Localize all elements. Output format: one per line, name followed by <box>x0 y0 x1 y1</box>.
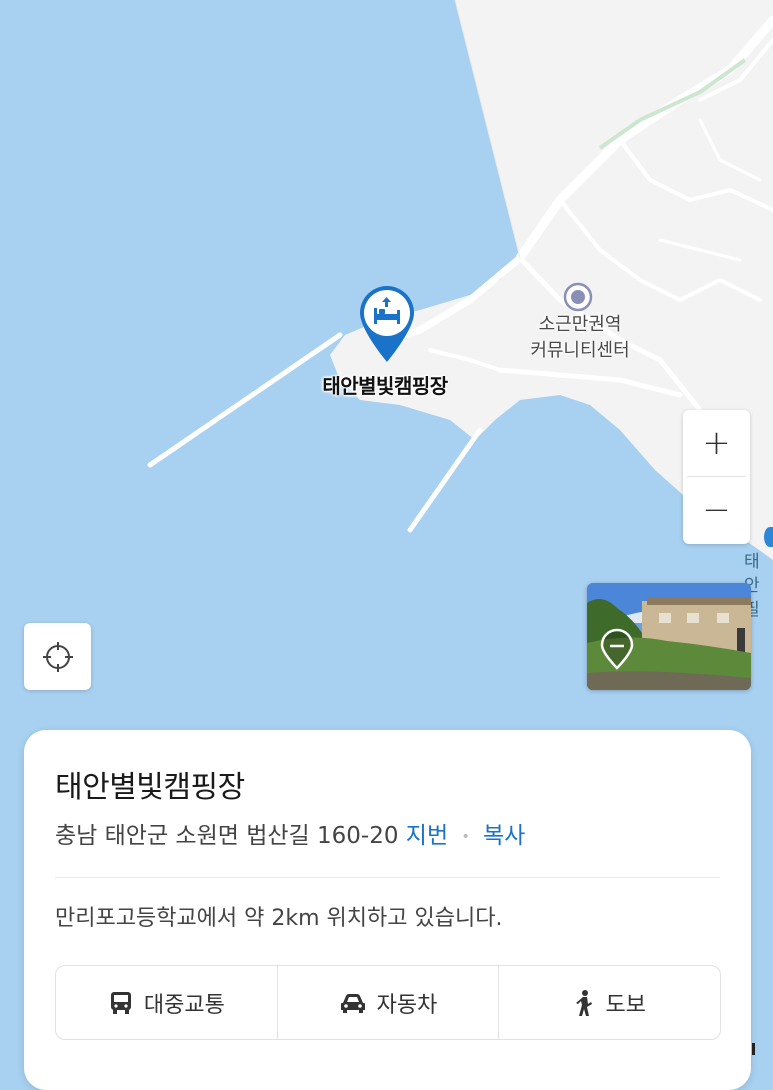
card-divider <box>55 877 720 878</box>
car-icon <box>340 993 365 1013</box>
lodging-bed-icon <box>360 286 414 362</box>
jibun-link[interactable]: 지번 <box>406 823 448 849</box>
scroll-indicator <box>752 1043 755 1055</box>
place-title[interactable]: 태안별빛캠핑장 <box>55 762 245 806</box>
place-address-row: 충남 태안군 소원면 법산길 160-20 지번 • 복사 <box>55 816 525 850</box>
mode-walk-label: 도보 <box>605 992 646 1018</box>
copy-link[interactable]: 복사 <box>483 823 525 849</box>
street-view-thumbnail[interactable] <box>587 583 751 690</box>
community-center-icon[interactable] <box>563 282 593 312</box>
crosshair-icon <box>42 641 73 672</box>
poi-label[interactable]: 소근만권역 커뮤니티센터 <box>505 312 655 364</box>
directions-mode-bar: 대중교통 자동차 도보 <box>55 965 721 1040</box>
bus-icon <box>110 991 131 1014</box>
poi-label-line1: 소근만권역 <box>538 314 622 335</box>
poi-label-line2: 커뮤니티센터 <box>530 340 630 361</box>
place-marker-label[interactable]: 태안별빛캠핑장 <box>300 370 470 399</box>
place-address: 충남 태안군 소원면 법산길 160-20 <box>55 823 399 849</box>
current-location-button[interactable] <box>24 623 91 690</box>
mode-walk-button[interactable]: 도보 <box>498 966 720 1039</box>
place-marker[interactable] <box>356 284 418 364</box>
mode-car-button[interactable]: 자동차 <box>276 966 499 1039</box>
walk-icon <box>576 989 593 1016</box>
zoom-out-button[interactable]: − <box>683 477 750 543</box>
edge-marker-icon[interactable] <box>764 527 773 547</box>
place-description: 만리포고등학교에서 약 2km 위치하고 있습니다. <box>55 906 503 931</box>
mode-public-transit-label: 대중교통 <box>143 992 225 1018</box>
mode-public-transit-button[interactable]: 대중교통 <box>56 966 277 1039</box>
mode-car-label: 자동차 <box>376 992 438 1018</box>
zoom-control: + − <box>683 410 750 544</box>
zoom-in-button[interactable]: + <box>683 410 750 476</box>
place-info-card: 태안별빛캠핑장 충남 태안군 소원면 법산길 160-20 지번 • 복사 만리… <box>24 730 751 1090</box>
address-separator: • <box>461 828 470 845</box>
